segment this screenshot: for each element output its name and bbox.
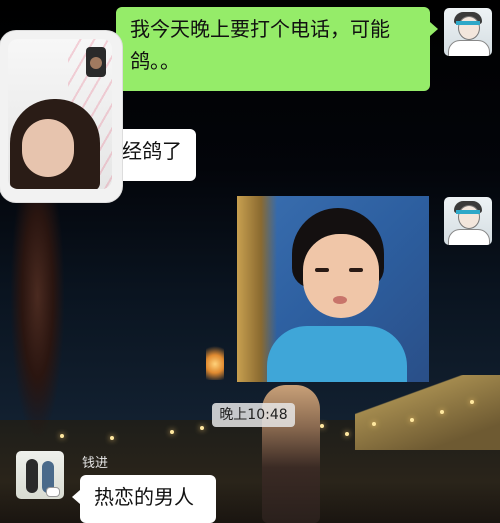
friend-avatar-icon[interactable] (16, 451, 64, 499)
outgoing-bubble-tail (430, 22, 438, 36)
wallpaper-lamp (206, 340, 224, 380)
incoming-message-text: 经鸽了 (122, 139, 182, 163)
incoming-message-text: 热恋的男人 (94, 485, 194, 509)
incoming-message-bubble[interactable]: 经鸽了 (110, 129, 196, 181)
outgoing-message-bubble[interactable]: 我今天晚上要打个电话，可能鸽。。 (116, 7, 430, 91)
my-avatar-icon[interactable] (444, 8, 492, 56)
message-timestamp: 晚上10:48 (212, 403, 295, 427)
self-video-thumbnail[interactable] (86, 47, 106, 77)
floating-video-call-window[interactable] (0, 31, 122, 202)
wallpaper-tree (10, 200, 65, 440)
video-call-preview (8, 39, 112, 189)
my-avatar-icon[interactable] (444, 197, 492, 245)
incoming-bubble-tail (72, 490, 80, 504)
incoming-message-bubble[interactable]: 热恋的男人 (80, 475, 216, 523)
wallpaper-string-lights (0, 400, 500, 444)
sticker-image[interactable] (237, 196, 429, 382)
sender-nickname: 钱进 (82, 456, 109, 471)
outgoing-message-text: 我今天晚上要打个电话，可能鸽。。 (130, 17, 390, 73)
